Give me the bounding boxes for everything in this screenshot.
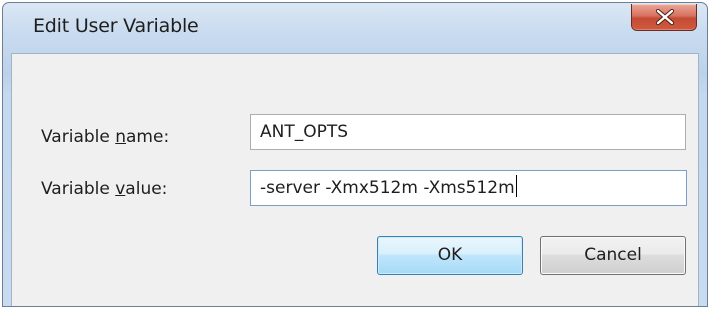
close-icon	[655, 9, 675, 25]
variable-name-label: Variable name:	[41, 127, 169, 147]
variable-value-value: -server -Xmx512m -Xms512m	[260, 178, 515, 198]
variable-name-label-mnemonic: n	[115, 127, 127, 147]
variable-value-label: Variable value:	[41, 179, 167, 199]
variable-name-value: ANT_OPTS	[260, 122, 349, 142]
dialog-body: Variable name: ANT_OPTS Variable value: …	[11, 53, 699, 306]
variable-name-label-prefix: Variable	[41, 127, 116, 147]
variable-value-field[interactable]: -server -Xmx512m -Xms512m	[250, 170, 687, 206]
close-button[interactable]	[631, 4, 697, 31]
variable-name-label-suffix: ame:	[126, 127, 170, 147]
edit-user-variable-dialog: Edit User Variable Variable name: ANT_OP…	[2, 2, 708, 307]
ok-button[interactable]: OK	[377, 236, 523, 275]
text-caret	[515, 175, 517, 197]
dialog-title: Edit User Variable	[33, 15, 199, 37]
cancel-button[interactable]: Cancel	[540, 236, 686, 275]
variable-value-label-suffix: alue:	[125, 179, 168, 199]
variable-value-label-prefix: Variable	[41, 179, 116, 199]
variable-name-field[interactable]: ANT_OPTS	[250, 114, 686, 150]
variable-value-label-mnemonic: v	[115, 179, 126, 199]
title-bar[interactable]: Edit User Variable	[3, 3, 707, 53]
